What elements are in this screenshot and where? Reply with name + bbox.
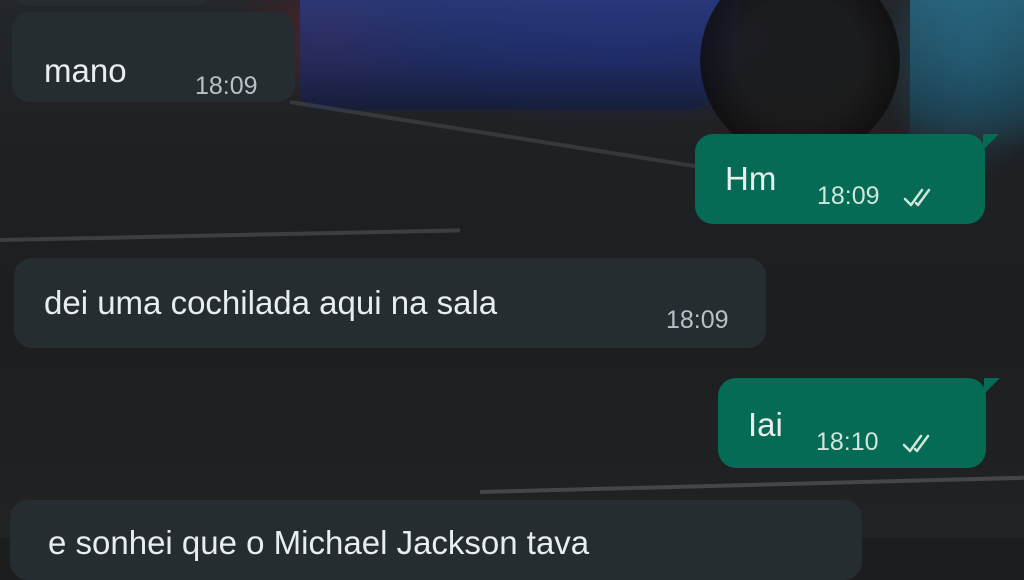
message-timestamp: 18:09 xyxy=(195,72,258,100)
message-bubble-incoming[interactable]: mano 18:09 xyxy=(12,12,295,102)
message-timestamp: 18:09 xyxy=(817,182,880,210)
message-text: e sonhei que o Michael Jackson tava xyxy=(48,524,590,561)
message-bubble-outgoing[interactable]: Iai 18:10 xyxy=(718,378,1000,468)
wallpaper-parking-line xyxy=(289,100,706,170)
message-timestamp: 18:09 xyxy=(666,306,729,334)
double-check-icon xyxy=(902,434,930,453)
message-text: dei uma cochilada aqui na sala xyxy=(44,284,498,321)
wallpaper-car-rear xyxy=(910,0,1024,150)
message-bubble-outgoing[interactable]: Hm 18:09 xyxy=(695,134,999,224)
message-bubble-incoming[interactable]: dei uma cochilada aqui na sala 18:09 xyxy=(14,258,766,348)
message-text: mano xyxy=(44,52,127,89)
message-bubble-incoming[interactable]: e sonhei que o Michael Jackson tava xyxy=(10,500,862,580)
double-check-icon xyxy=(903,188,931,207)
wallpaper-parking-line xyxy=(0,228,460,242)
message-text: Iai xyxy=(748,406,783,443)
message-timestamp: 18:10 xyxy=(816,428,879,456)
message-text: Hm xyxy=(725,160,777,197)
message-bubble-incoming[interactable] xyxy=(12,0,212,6)
wallpaper-parking-line xyxy=(479,475,1024,494)
wallpaper-car-body xyxy=(300,0,740,110)
